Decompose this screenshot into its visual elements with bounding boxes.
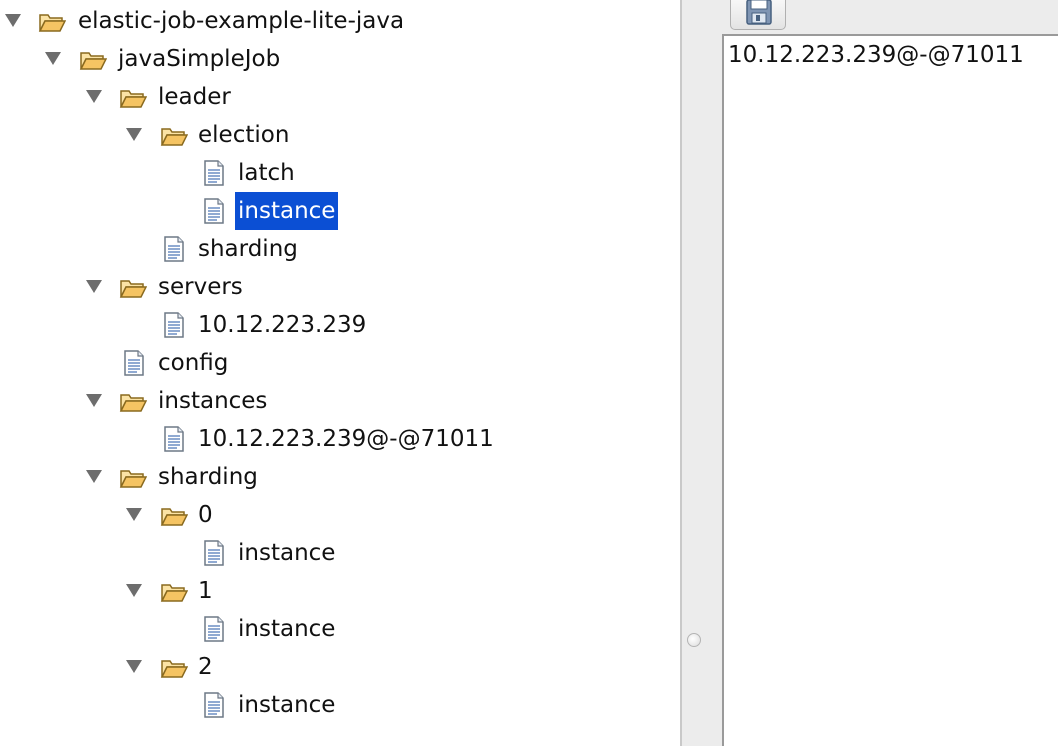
document-icon bbox=[203, 160, 229, 186]
folder-open-icon bbox=[79, 46, 108, 72]
document-icon bbox=[203, 198, 229, 224]
document-icon bbox=[163, 236, 189, 262]
tree-node-label: latch bbox=[238, 160, 295, 186]
folder-open-icon bbox=[119, 274, 148, 300]
node-value-textarea[interactable]: 10.12.223.239@-@71011 bbox=[722, 34, 1058, 746]
folder-open-icon bbox=[119, 464, 148, 490]
expand-arrow-icon[interactable] bbox=[5, 14, 21, 27]
expand-arrow-icon[interactable] bbox=[126, 660, 142, 673]
expand-arrow-icon[interactable] bbox=[86, 470, 102, 483]
expand-arrow-icon[interactable] bbox=[86, 394, 102, 407]
tree-node-label: instance bbox=[238, 692, 336, 718]
pane-splitter[interactable] bbox=[680, 0, 718, 746]
tree-node-label: servers bbox=[158, 274, 243, 300]
tree-node-label: instance bbox=[238, 616, 336, 642]
folder-open-icon bbox=[119, 84, 148, 110]
folder-open-icon bbox=[38, 8, 67, 34]
tree-node-label: sharding bbox=[158, 464, 258, 490]
tree-node-label: sharding bbox=[198, 236, 298, 262]
document-icon bbox=[203, 616, 229, 642]
document-icon bbox=[123, 350, 149, 376]
tree-node-label: 0 bbox=[198, 502, 213, 528]
splitter-handle[interactable] bbox=[687, 633, 701, 647]
folder-open-icon bbox=[160, 502, 189, 528]
node-detail-panel: 10.12.223.239@-@71011 bbox=[718, 0, 1058, 746]
tree-node-label: javaSimpleJob bbox=[118, 46, 281, 72]
folder-open-icon bbox=[119, 388, 148, 414]
tree-node-label: instance bbox=[235, 192, 339, 230]
node-tree[interactable]: elastic-job-example-lite-java javaSimple… bbox=[0, 0, 680, 746]
expand-arrow-icon[interactable] bbox=[86, 280, 102, 293]
expand-arrow-icon[interactable] bbox=[126, 128, 142, 141]
tree-node-label: 10.12.223.239@-@71011 bbox=[198, 426, 494, 452]
expand-arrow-icon[interactable] bbox=[86, 90, 102, 103]
tree-node-label: election bbox=[198, 122, 290, 148]
expand-arrow-icon[interactable] bbox=[126, 584, 142, 597]
document-icon bbox=[163, 426, 189, 452]
tree-node-label: 1 bbox=[198, 578, 213, 604]
tree-node-label: instances bbox=[158, 388, 268, 414]
document-icon bbox=[203, 692, 229, 718]
folder-open-icon bbox=[160, 122, 189, 148]
tree-node-label: elastic-job-example-lite-java bbox=[78, 8, 405, 34]
save-button[interactable] bbox=[730, 0, 786, 30]
folder-open-icon bbox=[160, 578, 189, 604]
tree-node-label: leader bbox=[158, 84, 231, 110]
tree-node-label: config bbox=[158, 350, 229, 376]
tree-node-label: 2 bbox=[198, 654, 213, 680]
tree-node-label: 10.12.223.239 bbox=[198, 312, 367, 338]
tree-node-label: instance bbox=[238, 540, 336, 566]
document-icon bbox=[203, 540, 229, 566]
document-icon bbox=[163, 312, 189, 338]
expand-arrow-icon[interactable] bbox=[45, 52, 61, 65]
expand-arrow-icon[interactable] bbox=[126, 508, 142, 521]
zookeeper-browser-window: elastic-job-example-lite-java javaSimple… bbox=[0, 0, 1058, 746]
node-value-text: 10.12.223.239@-@71011 bbox=[728, 42, 1024, 68]
folder-open-icon bbox=[160, 654, 189, 680]
save-icon bbox=[746, 0, 772, 25]
